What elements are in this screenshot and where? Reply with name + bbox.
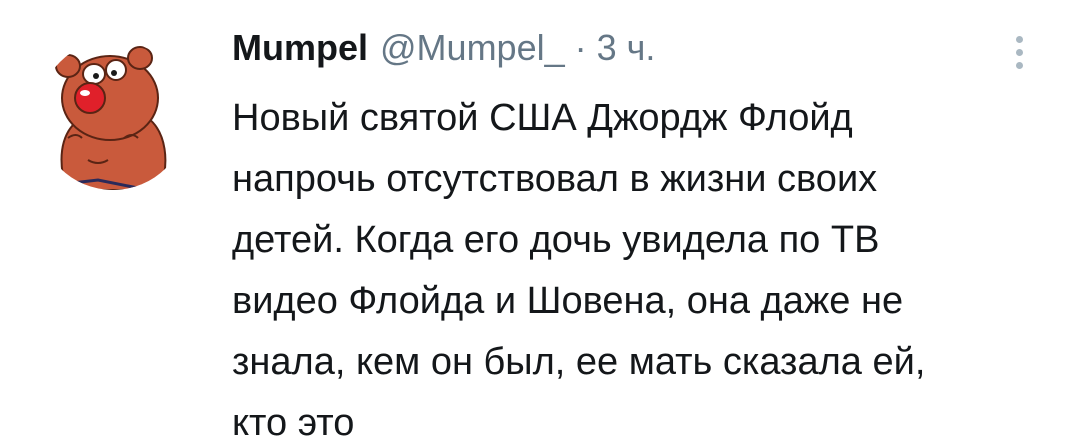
display-name[interactable]: Mumpel bbox=[232, 22, 368, 74]
tweet-header: Mumpel @Mumpel_ · 3 ч. bbox=[232, 22, 1032, 74]
dot bbox=[1016, 49, 1023, 56]
dot bbox=[1016, 62, 1023, 69]
tweet-text-line: видео Флойда и Шовена, она даже не bbox=[232, 280, 904, 322]
tweet-text-line: детей. Когда его дочь увидела по ТВ bbox=[232, 219, 880, 261]
tweet-text-line: напрочь отсутствовал в жизни своих bbox=[232, 158, 878, 200]
user-handle[interactable]: @Mumpel_ bbox=[380, 22, 565, 74]
tweet-text-line: знала, кем он был, ее мать сказала ей, bbox=[232, 341, 926, 383]
avatar[interactable] bbox=[38, 40, 188, 190]
tweet-card[interactable]: Mumpel @Mumpel_ · 3 ч. Новый святой США … bbox=[0, 0, 1080, 444]
tweet-content: Mumpel @Mumpel_ · 3 ч. Новый святой США … bbox=[232, 22, 1032, 444]
tweet-text: Новый святой США Джордж Флойд напрочь от… bbox=[232, 88, 1032, 444]
dot bbox=[1016, 36, 1023, 43]
more-options-icon[interactable] bbox=[1004, 30, 1036, 74]
cartoon-bear-icon bbox=[38, 40, 188, 190]
tweet-timestamp[interactable]: 3 ч. bbox=[597, 22, 656, 74]
tweet-text-line: кто это bbox=[232, 402, 355, 444]
tweet-text-line: Новый святой США Джордж Флойд bbox=[232, 97, 853, 139]
separator-dot: · bbox=[574, 27, 587, 68]
